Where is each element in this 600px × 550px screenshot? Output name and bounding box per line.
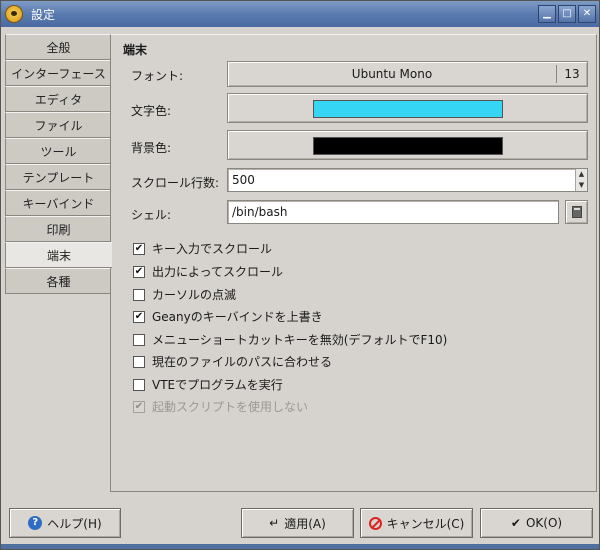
tab-tools[interactable]: ツール	[5, 138, 111, 164]
spin-up-icon[interactable]: ▲	[576, 169, 587, 180]
tab-printing[interactable]: 印刷	[5, 216, 111, 242]
background-color-swatch	[313, 137, 503, 155]
checkbox[interactable]	[133, 333, 145, 346]
option-follow-path[interactable]: 現在のファイルのパスに合わせる	[133, 353, 332, 370]
checkbox[interactable]	[133, 378, 145, 391]
tab-files[interactable]: ファイル	[5, 112, 111, 138]
window-title: 設定	[31, 7, 56, 22]
font-name: Ubuntu Mono	[351, 67, 433, 81]
tab-label: インターフェース	[11, 66, 106, 81]
scrollback-spinbox[interactable]: 500 ▲ ▼	[227, 168, 588, 192]
cancel-icon	[368, 516, 382, 530]
section-title: 端末	[123, 43, 148, 57]
help-label: ヘルプ(H)	[47, 516, 102, 531]
option-skip-run-script: 起動スクリプトを使用しない	[133, 398, 308, 415]
option-label: カーソルの点滅	[152, 288, 237, 302]
browse-shell-button[interactable]	[565, 200, 588, 224]
help-icon: ?	[28, 516, 43, 530]
tab-label: 全般	[46, 40, 71, 55]
checkbox[interactable]	[133, 265, 145, 278]
option-label: 現在のファイルのパスに合わせる	[152, 355, 333, 369]
preferences-window: 設定 ▁ □ ✕ 全般 インターフェース エディタ ファイル ツール テンプレー…	[0, 0, 600, 550]
tab-keybindings[interactable]: キーバインド	[5, 190, 111, 216]
foreground-color-label: 文字色:	[131, 104, 172, 118]
tab-interface[interactable]: インターフェース	[5, 60, 111, 86]
font-label: フォント:	[131, 69, 184, 83]
apply-button[interactable]: ↵ 適用(A)	[241, 508, 354, 538]
tab-label: 端末	[46, 248, 71, 263]
title-bar[interactable]: 設定 ▁ □ ✕	[1, 1, 599, 27]
option-label: VTEでプログラムを実行	[152, 378, 283, 392]
tab-label: ファイル	[34, 118, 83, 133]
preferences-sidebar: 全般 インターフェース エディタ ファイル ツール テンプレート キーバインド …	[5, 34, 112, 294]
tab-editor[interactable]: エディタ	[5, 86, 111, 112]
tab-general[interactable]: 全般	[5, 34, 111, 60]
foreground-color-swatch	[313, 100, 503, 118]
option-label: 出力によってスクロール	[152, 265, 284, 279]
shell-value: /bin/bash	[232, 205, 288, 219]
checkbox[interactable]	[133, 355, 145, 368]
cancel-label: キャンセル(C)	[386, 516, 465, 531]
terminal-settings-panel: 端末 フォント: Ubuntu Mono 13 文字色: 背景色: スクロール行…	[110, 34, 597, 492]
shell-label: シェル:	[131, 208, 172, 222]
spin-down-icon[interactable]: ▼	[576, 180, 587, 191]
option-scroll-on-keystroke[interactable]: キー入力でスクロール	[133, 240, 272, 257]
background-color-button[interactable]	[227, 130, 588, 160]
tab-label: 各種	[46, 274, 71, 289]
tab-label: エディタ	[34, 92, 83, 107]
ok-label: OK(O)	[525, 516, 563, 530]
close-button[interactable]: ✕	[578, 5, 596, 23]
minimize-button[interactable]: ▁	[538, 5, 556, 23]
scrollback-value: 500	[232, 173, 255, 187]
checkbox[interactable]	[133, 288, 145, 301]
option-label: メニューショートカットキーを無効(デフォルトでF10)	[152, 333, 448, 347]
bottom-border	[1, 544, 599, 549]
checkbox[interactable]	[133, 310, 145, 323]
checkmark-icon: ✔	[510, 516, 521, 530]
cancel-button[interactable]: キャンセル(C)	[360, 508, 473, 538]
help-button[interactable]: ? ヘルプ(H)	[9, 508, 121, 538]
tab-label: テンプレート	[22, 170, 95, 185]
maximize-button[interactable]: □	[558, 5, 576, 23]
shell-input[interactable]: /bin/bash	[227, 200, 559, 224]
option-label: 起動スクリプトを使用しない	[152, 400, 309, 414]
background-color-label: 背景色:	[131, 141, 172, 155]
option-label: Geanyのキーバインドを上書き	[152, 310, 323, 324]
font-size: 13	[564, 67, 580, 81]
ok-button[interactable]: ✔ OK(O)	[480, 508, 593, 538]
option-override-keybindings[interactable]: Geanyのキーバインドを上書き	[133, 308, 323, 325]
option-scroll-on-output[interactable]: 出力によってスクロール	[133, 263, 283, 280]
file-open-icon	[571, 206, 582, 218]
geany-icon	[5, 5, 23, 23]
font-chooser-button[interactable]: Ubuntu Mono 13	[227, 61, 588, 87]
tab-label: キーバインド	[22, 196, 95, 211]
option-label: キー入力でスクロール	[152, 242, 273, 256]
foreground-color-button[interactable]	[227, 93, 588, 123]
tab-various[interactable]: 各種	[5, 268, 111, 294]
tab-label: ツール	[40, 144, 77, 159]
option-cursor-blinks[interactable]: カーソルの点滅	[133, 286, 236, 303]
checkbox	[133, 400, 145, 413]
tab-templates[interactable]: テンプレート	[5, 164, 111, 190]
tab-label: 印刷	[46, 222, 71, 237]
checkbox[interactable]	[133, 242, 145, 255]
option-execute-in-vte[interactable]: VTEでプログラムを実行	[133, 376, 283, 393]
scrollback-label: スクロール行数:	[131, 176, 220, 190]
apply-icon: ↵	[269, 516, 280, 530]
spin-arrows[interactable]: ▲ ▼	[575, 169, 587, 191]
apply-label: 適用(A)	[284, 516, 326, 531]
option-disable-menu-shortcut[interactable]: メニューショートカットキーを無効(デフォルトでF10)	[133, 331, 447, 348]
tab-terminal[interactable]: 端末	[5, 242, 112, 268]
